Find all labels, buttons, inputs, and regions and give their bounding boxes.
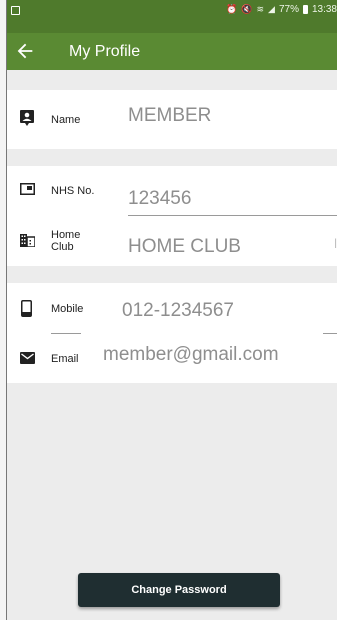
mute-icon: 🔇 — [241, 4, 253, 14]
screen: ⏰ 🔇 ≋ ◢ 77% 13:38 My Profile Name MEMBER… — [7, 0, 337, 620]
mobile-underline-edge — [323, 333, 337, 334]
change-password-button[interactable]: Change Password — [78, 573, 280, 607]
membership-card: NHS No. 123456 Home Club HOME CLUB | — [7, 166, 337, 266]
arrow-left-svg — [17, 43, 33, 59]
mobile-value[interactable]: 012-1234567 — [122, 300, 234, 322]
mobile-label: Mobile — [51, 303, 84, 315]
name-value[interactable]: MEMBER — [128, 105, 211, 127]
status-icons: ⏰ 🔇 ≋ ◢ 77% 13:38 — [226, 4, 337, 15]
signal-icon: ◢ — [268, 4, 275, 14]
name-card: Name MEMBER — [7, 90, 337, 149]
alarm-icon: ⏰ — [226, 4, 238, 14]
app-bar: My Profile — [7, 33, 337, 70]
image-icon — [11, 6, 20, 15]
nhs-label: NHS No. — [51, 185, 95, 197]
name-label: Name — [51, 114, 81, 126]
mobile-label-underline — [51, 333, 81, 334]
email-value[interactable]: member@gmail.com — [103, 344, 279, 366]
card-icon — [20, 182, 35, 195]
home-club-value[interactable]: HOME CLUB — [128, 236, 241, 258]
home-club-label-line2: Club — [51, 241, 74, 253]
status-time: 13:38 — [311, 4, 337, 15]
arrow-left-icon[interactable] — [13, 40, 37, 64]
battery-icon — [302, 5, 308, 14]
page-title: My Profile — [69, 43, 141, 60]
nhs-underline — [128, 215, 337, 216]
battery-percent: 77% — [278, 4, 299, 15]
contact-card: Mobile 012-1234567 Email member@gmail.co… — [7, 283, 337, 383]
account-box-icon — [20, 110, 34, 126]
wifi-icon: ≋ — [256, 4, 265, 14]
phone-icon — [21, 300, 32, 317]
email-icon — [20, 351, 35, 364]
business-icon — [20, 234, 36, 248]
nhs-value[interactable]: 123456 — [128, 188, 191, 210]
email-label: Email — [51, 353, 79, 365]
home-club-label: Home Club — [51, 229, 80, 253]
home-club-label-line1: Home — [51, 229, 81, 241]
status-bar: ⏰ 🔇 ≋ ◢ 77% 13:38 — [7, 0, 337, 33]
